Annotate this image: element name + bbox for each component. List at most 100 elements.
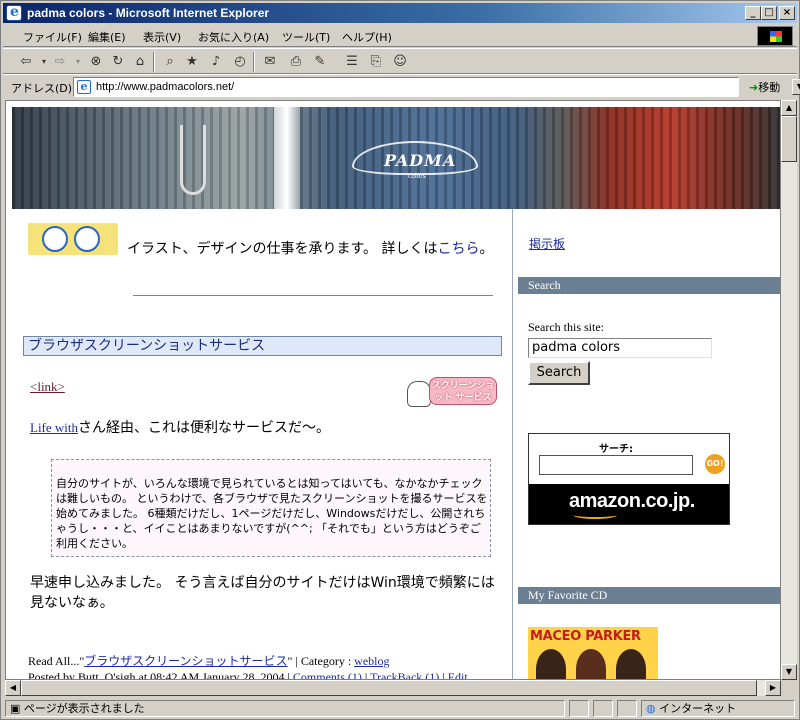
menu-edit[interactable]: 編集(E) <box>88 29 126 45</box>
post-meta: Read All..."ブラウザスクリーンショットサービス" | Categor… <box>28 653 468 680</box>
bbs-link[interactable]: 掲示板 <box>529 235 565 252</box>
category-link[interactable]: weblog <box>354 654 389 668</box>
illustration-thumbnail <box>28 223 118 255</box>
forward-dropdown-icon[interactable]: ▾ <box>69 53 87 71</box>
ie-app-icon[interactable] <box>6 4 22 21</box>
read-all-prefix: Read All..." <box>28 654 85 668</box>
amazon-search-panel: サーチ: GO! <box>529 434 729 484</box>
amazon-smile-icon <box>573 511 617 519</box>
amazon-search-widget: サーチ: GO! amazon.co.jp. <box>528 433 730 525</box>
search-input[interactable]: padma colors <box>528 338 712 358</box>
intro-link[interactable]: こちら <box>438 241 480 257</box>
go-button[interactable]: ➜移動 <box>749 79 780 95</box>
menu-bar: ファイル(F) 編集(E) 表示(V) お気に入り(A) ツール(T) ヘルプ(… <box>3 25 797 47</box>
site-logo[interactable]: PADMA <box>384 151 456 170</box>
edit-icon[interactable]: ✎ <box>311 53 329 71</box>
vertical-scrollbar[interactable]: ▲ ▼ <box>781 100 797 680</box>
banner-pipe <box>180 125 206 195</box>
vertical-scroll-thumb[interactable] <box>781 116 797 162</box>
menu-help[interactable]: ヘルプ(H) <box>342 29 392 45</box>
lifewith-link[interactable]: Life with <box>30 420 78 435</box>
address-url[interactable]: http://www.padmacolors.net/ <box>96 81 234 93</box>
read-all-link[interactable]: ブラウザスクリーンショットサービス <box>84 654 287 668</box>
site-banner[interactable]: PADMA colors <box>12 107 780 209</box>
toolbar-separator <box>153 52 155 72</box>
mascot-icon <box>407 381 431 407</box>
media-icon[interactable]: ♪ <box>207 53 225 71</box>
back-icon[interactable]: ⇦ <box>17 53 35 71</box>
windows-logo-icon <box>757 26 793 46</box>
search-button[interactable]: Search <box>528 361 590 385</box>
home-icon[interactable]: ⌂ <box>131 53 149 71</box>
amazon-logo[interactable]: amazon.co.jp. <box>569 490 695 513</box>
post-title: ブラウザスクリーンショットサービス <box>23 336 502 356</box>
zone-label: インターネット <box>659 702 737 715</box>
address-dropdown-icon[interactable]: ▼ <box>792 79 800 95</box>
horizontal-scrollbar[interactable]: ◀ ▶ <box>5 680 781 696</box>
status-text: ページが表示されました <box>23 702 145 715</box>
column-divider <box>512 209 513 679</box>
close-button[interactable]: × <box>779 6 795 20</box>
forward-icon[interactable]: ⇨ <box>51 53 69 71</box>
status-bar: ▣ ページが表示されました ◍ インターネット <box>3 698 797 719</box>
scroll-down-icon[interactable]: ▼ <box>781 664 797 680</box>
screenshot-service-badge[interactable]: スクリーンショット サービス <box>407 377 497 407</box>
scroll-up-icon[interactable]: ▲ <box>781 100 797 116</box>
go-label: 移動 <box>758 81 781 94</box>
intro-text-body: イラスト、デザインの仕事を承ります。 詳しくは <box>127 241 438 257</box>
standard-toolbar: ⇦ ▾ ⇨ ▾ ⊗ ↻ ⌂ ⌕ ★ ♪ ◴ ✉ ⎙ ✎ ☰ ⎘ ☺ <box>3 48 797 74</box>
discuss-icon[interactable]: ☰ <box>343 53 361 71</box>
address-input[interactable]: e http://www.padmacolors.net/ ▼ <box>73 77 800 97</box>
menu-view[interactable]: 表示(V) <box>143 29 181 45</box>
address-label: アドレス(D) <box>11 82 73 95</box>
amazon-go-button[interactable]: GO! <box>705 454 725 474</box>
page-done-icon: ▣ <box>10 702 24 715</box>
menu-tools[interactable]: ツール(T) <box>282 29 330 45</box>
amazon-search-input[interactable] <box>539 455 693 475</box>
history-icon[interactable]: ◴ <box>231 53 249 71</box>
quote-block: 自分のサイトが、いろんな環境で見られているとは知ってはいても、なかなかチェックは… <box>51 459 491 557</box>
search-heading: Search <box>518 277 780 294</box>
menu-favorites[interactable]: お気に入り(A) <box>198 29 269 45</box>
search-label: Search this site: <box>528 320 604 334</box>
maximize-button[interactable]: □ <box>761 6 777 20</box>
print-icon[interactable]: ⎙ <box>287 53 305 71</box>
favorites-icon[interactable]: ★ <box>183 53 201 71</box>
edit-link[interactable]: Edit <box>448 670 468 679</box>
address-bar: アドレス(D) e http://www.padmacolors.net/ ▼ … <box>3 74 800 98</box>
mail-icon[interactable]: ✉ <box>261 53 279 71</box>
meta-separator: | <box>361 670 371 680</box>
trackback-link[interactable]: TrackBack (1) <box>370 670 439 679</box>
go-arrow-icon: ➜ <box>749 81 759 94</box>
horizontal-scroll-thumb[interactable] <box>21 680 757 696</box>
internet-zone-icon: ◍ <box>646 702 660 715</box>
refresh-icon[interactable]: ↻ <box>109 53 127 71</box>
scroll-left-icon[interactable]: ◀ <box>5 680 21 696</box>
messenger-icon[interactable]: ☺ <box>391 53 409 71</box>
amazon-search-label: サーチ: <box>599 444 633 455</box>
favorite-cd-cover[interactable]: MACEO PARKER <box>528 627 658 679</box>
research-icon[interactable]: ⎘ <box>367 53 385 71</box>
search-icon[interactable]: ⌕ <box>161 53 179 71</box>
category-prefix: " | Category : <box>287 654 355 668</box>
page-viewport[interactable]: PADMA colors イラスト、デザインの仕事を承ります。 詳しくはこちら。… <box>5 100 781 680</box>
lifewith-text: さん経由、これは便利なサービスだ〜。 <box>78 420 331 436</box>
window-title: padma colors - Microsoft Internet Explor… <box>27 6 270 20</box>
stop-icon[interactable]: ⊗ <box>87 53 105 71</box>
badge-label: スクリーンショット サービス <box>429 377 497 405</box>
scroll-right-icon[interactable]: ▶ <box>765 680 781 696</box>
post-link[interactable]: <link> <box>30 379 65 395</box>
posted-by: Posted by Butt. O'sigh at 08:42 AM Janua… <box>28 670 293 680</box>
title-bar: padma colors - Microsoft Internet Explor… <box>3 3 797 23</box>
post-paragraph: 早速申し込みました。 そう言えば自分のサイトだけはWin環境で頻繁には見ないなぁ… <box>30 575 495 611</box>
banner-pole <box>274 107 300 209</box>
menu-file[interactable]: ファイル(F) <box>23 29 82 45</box>
cd-cover-figure <box>536 649 566 679</box>
minimize-button[interactable]: _ <box>745 6 761 20</box>
comments-link[interactable]: Comments (1) <box>293 670 362 679</box>
site-logo-sub: colors <box>408 173 426 180</box>
cd-cover-title: MACEO PARKER <box>530 629 641 644</box>
lifewith-line: Life withさん経由、これは便利なサービスだ〜。 <box>30 417 330 437</box>
zone-pane: ◍ インターネット <box>641 700 795 717</box>
status-pane <box>617 700 637 717</box>
